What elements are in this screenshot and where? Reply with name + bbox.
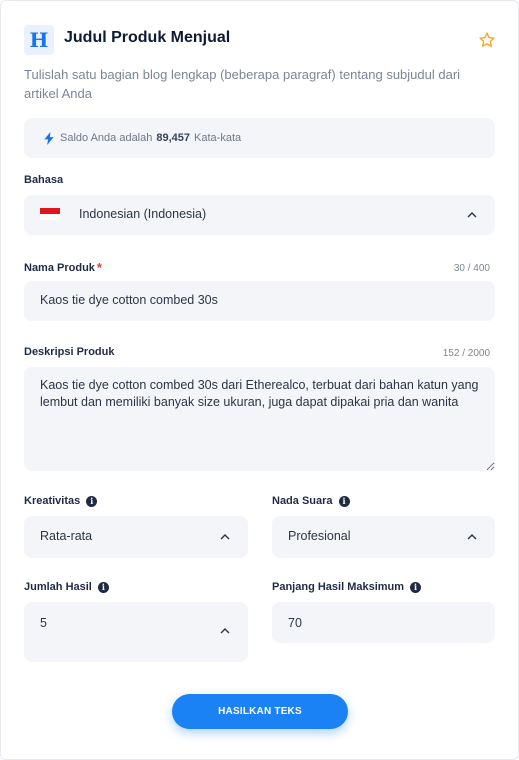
word-balance-banner: Saldo Anda adalah 89,457 Kata-kata xyxy=(24,118,495,158)
product-description-counter: 152 / 2000 xyxy=(442,348,490,359)
balance-amount: 89,457 xyxy=(156,132,191,144)
info-icon[interactable]: i xyxy=(86,495,98,507)
card-header: H Judul Produk Menjual xyxy=(24,25,496,55)
balance-prefix: Saldo Anda adalah xyxy=(60,132,153,144)
product-description-textarea[interactable]: Kaos tie dye cotton combed 30s dari Ethe… xyxy=(24,367,495,471)
creativity-select[interactable]: Rata-rata xyxy=(24,516,248,558)
language-label: Bahasa xyxy=(24,174,64,186)
result-count-select[interactable]: 5 xyxy=(24,602,248,662)
creativity-label: Kreativitas i xyxy=(24,495,98,507)
info-icon[interactable]: i xyxy=(97,581,109,593)
product-name-counter: 30 / 400 xyxy=(453,263,490,274)
chevron-up-icon xyxy=(220,534,230,540)
tool-logo-icon: H xyxy=(24,25,54,55)
product-name-input[interactable]: Kaos tie dye cotton combed 30s xyxy=(24,281,495,321)
required-mark: * xyxy=(96,260,102,275)
chevron-up-icon xyxy=(467,212,477,218)
tool-card: H Judul Produk Menjual Tulislah satu bag… xyxy=(0,0,519,760)
info-icon[interactable]: i xyxy=(410,581,422,593)
creativity-label-text: Kreativitas xyxy=(24,495,81,507)
max-length-value: 70 xyxy=(288,616,302,630)
lightning-icon xyxy=(44,131,54,145)
result-count-label-text: Jumlah Hasil xyxy=(24,581,92,593)
chevron-up-icon xyxy=(467,534,477,540)
language-value: Indonesian (Indonesia) xyxy=(79,207,207,221)
generate-text-button[interactable]: HASILKAN TEKS xyxy=(172,694,348,729)
tone-label: Nada Suara i xyxy=(272,495,350,507)
indonesia-flag-icon xyxy=(40,208,60,220)
result-count-label: Jumlah Hasil i xyxy=(24,581,109,593)
tone-select[interactable]: Profesional xyxy=(272,516,495,558)
product-name-label-text: Nama Produk xyxy=(24,261,95,274)
result-count-value: 5 xyxy=(40,616,47,630)
chevron-up-icon xyxy=(220,628,230,634)
info-icon[interactable]: i xyxy=(338,495,350,507)
tone-label-text: Nada Suara xyxy=(272,495,333,507)
product-name-label: Nama Produk * xyxy=(24,260,102,275)
creativity-value: Rata-rata xyxy=(40,529,93,543)
language-select[interactable]: Indonesian (Indonesia) xyxy=(24,195,495,235)
max-length-input[interactable]: 70 xyxy=(272,602,495,643)
max-length-label: Panjang Hasil Maksimum i xyxy=(272,581,422,593)
star-icon[interactable] xyxy=(478,31,496,49)
max-length-label-text: Panjang Hasil Maksimum xyxy=(272,581,405,593)
tone-value: Profesional xyxy=(288,529,351,543)
balance-suffix: Kata-kata xyxy=(194,132,242,144)
product-name-value: Kaos tie dye cotton combed 30s xyxy=(40,293,218,307)
page-subtitle: Tulislah satu bagian blog lengkap (beber… xyxy=(24,67,461,101)
product-description-label: Deskripsi Produk xyxy=(24,346,115,358)
page-title: Judul Produk Menjual xyxy=(64,29,231,46)
